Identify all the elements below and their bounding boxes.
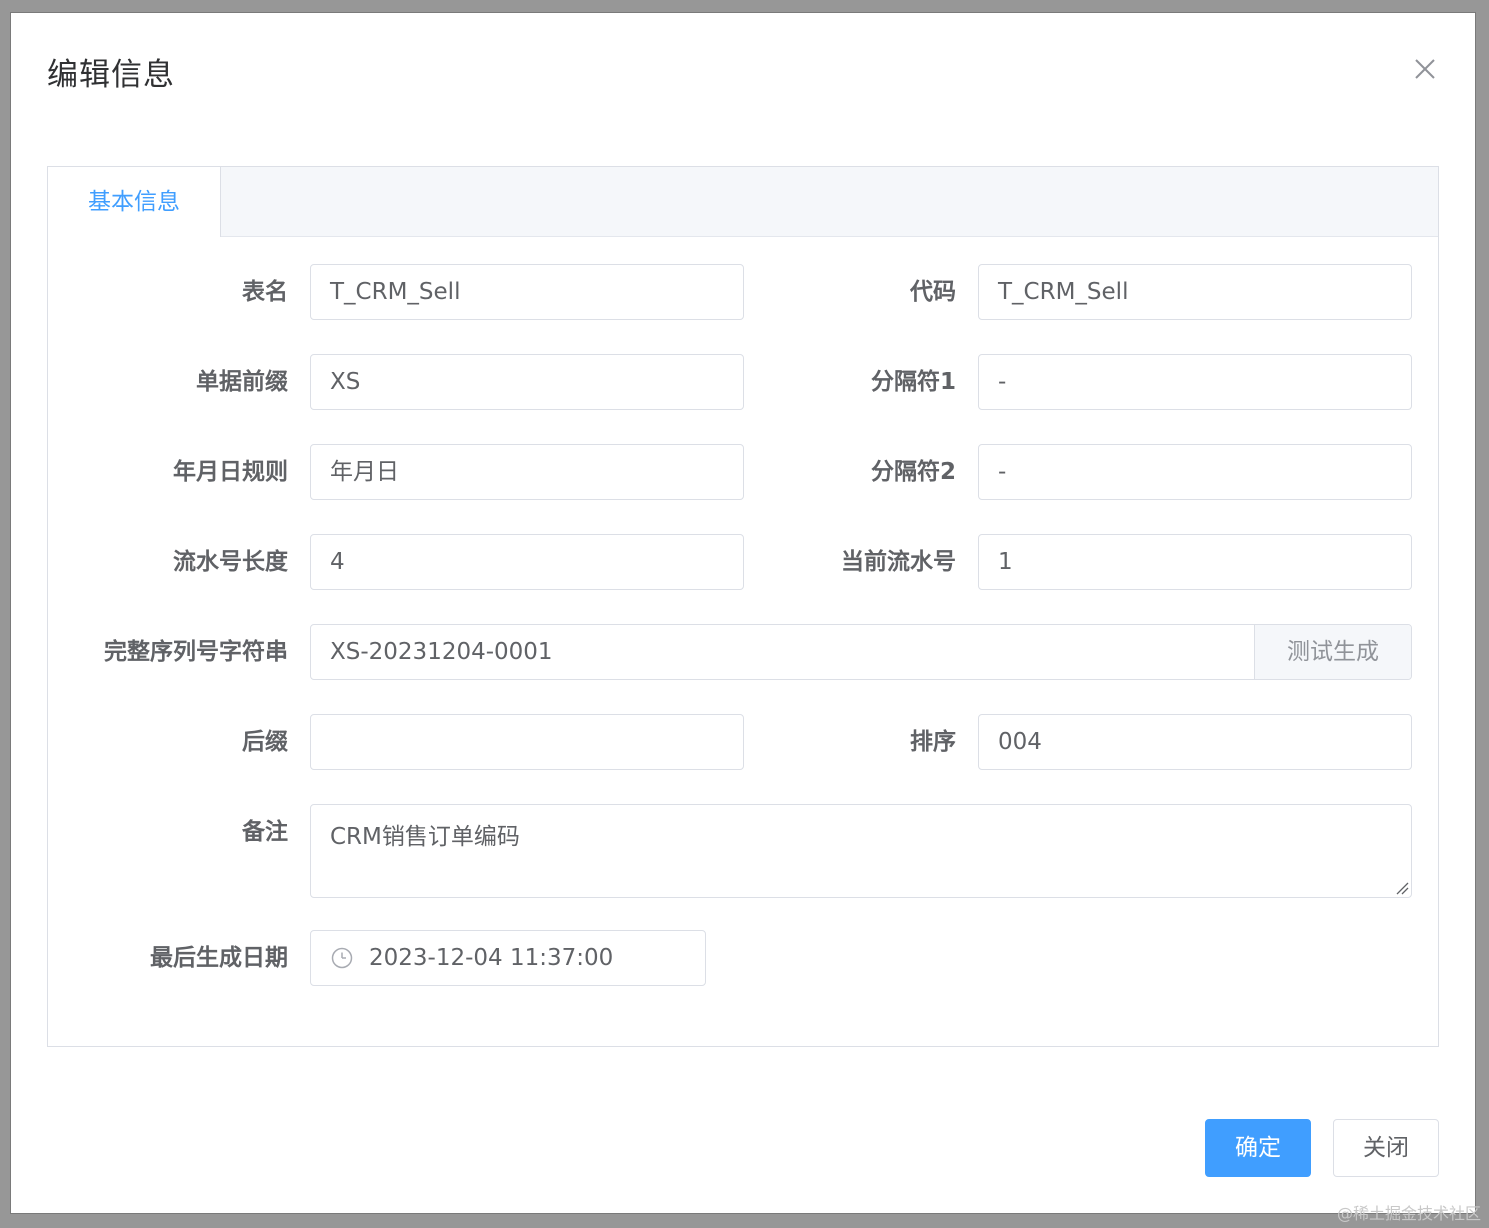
tab-header: 基本信息 bbox=[48, 167, 1438, 237]
clock-icon bbox=[331, 947, 353, 969]
code-label: 代码 bbox=[910, 279, 956, 305]
confirm-button[interactable]: 确定 bbox=[1205, 1119, 1311, 1177]
last-generated-label: 最后生成日期 bbox=[150, 945, 288, 971]
sort-input[interactable]: 004 bbox=[978, 714, 1412, 770]
full-serial-input[interactable]: XS-20231204-0001 bbox=[330, 625, 553, 679]
tab-basic-info[interactable]: 基本信息 bbox=[48, 167, 221, 237]
remark-label: 备注 bbox=[242, 819, 288, 845]
test-generate-button[interactable]: 测试生成 bbox=[1254, 625, 1411, 679]
last-generated-value: 2023-12-04 11:37:00 bbox=[369, 945, 614, 971]
watermark: @稀土掘金技术社区 bbox=[1336, 1204, 1481, 1223]
close-button[interactable]: 关闭 bbox=[1333, 1119, 1439, 1177]
suffix-input[interactable] bbox=[310, 714, 744, 770]
last-generated-datepicker[interactable]: 2023-12-04 11:37:00 bbox=[310, 930, 706, 986]
resize-grip-icon[interactable] bbox=[1395, 881, 1409, 895]
serial-length-input[interactable]: 4 bbox=[310, 534, 744, 590]
full-serial-group: XS-20231204-0001 测试生成 bbox=[310, 624, 1412, 680]
remark-text: CRM销售订单编码 bbox=[330, 824, 520, 850]
edit-dialog: 编辑信息 基本信息 表名 T_CRM_Sell 代码 T_CRM_Sell 单据… bbox=[11, 13, 1475, 1213]
dialog-title: 编辑信息 bbox=[47, 57, 175, 93]
separator2-label: 分隔符2 bbox=[870, 459, 956, 485]
suffix-label: 后缀 bbox=[242, 729, 288, 755]
current-serial-label: 当前流水号 bbox=[841, 549, 956, 575]
doc-prefix-label: 单据前缀 bbox=[196, 369, 288, 395]
serial-length-label: 流水号长度 bbox=[173, 549, 288, 575]
full-serial-label: 完整序列号字符串 bbox=[104, 639, 288, 665]
tab-card: 基本信息 表名 T_CRM_Sell 代码 T_CRM_Sell 单据前缀 XS… bbox=[47, 166, 1439, 1047]
separator1-input[interactable]: - bbox=[978, 354, 1412, 410]
table-name-input[interactable]: T_CRM_Sell bbox=[310, 264, 744, 320]
separator2-input[interactable]: - bbox=[978, 444, 1412, 500]
date-rule-input[interactable]: 年月日 bbox=[310, 444, 744, 500]
doc-prefix-input[interactable]: XS bbox=[310, 354, 744, 410]
sort-label: 排序 bbox=[910, 729, 956, 755]
code-input[interactable]: T_CRM_Sell bbox=[978, 264, 1412, 320]
date-rule-label: 年月日规则 bbox=[173, 459, 288, 485]
separator1-label: 分隔符1 bbox=[870, 369, 956, 395]
remark-textarea[interactable]: CRM销售订单编码 bbox=[310, 804, 1412, 898]
current-serial-input[interactable]: 1 bbox=[978, 534, 1412, 590]
table-name-label: 表名 bbox=[242, 279, 288, 305]
close-icon[interactable] bbox=[1414, 58, 1436, 80]
